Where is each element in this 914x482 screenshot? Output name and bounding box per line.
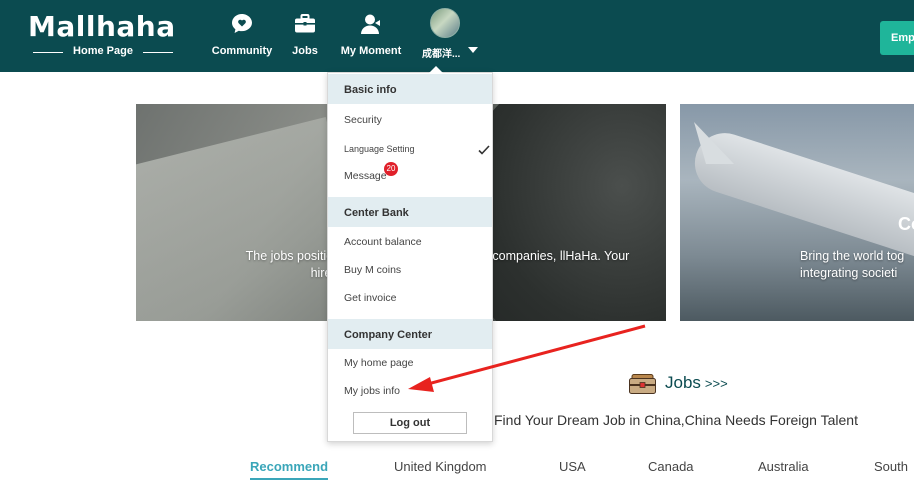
user-dropdown-menu: Basic info Security Language Setting Mes… (327, 66, 493, 442)
menu-item-get-invoice[interactable]: Get invoice (344, 292, 397, 304)
jobs-more-arrows: >>> (704, 376, 728, 391)
logo-subtitle: Home Page (28, 45, 178, 57)
country-tabs: Recommend United Kingdom USA Canada Aust… (0, 456, 914, 482)
nav-jobs-label: Jobs (292, 45, 318, 57)
briefcase-icon (629, 374, 656, 394)
menu-item-buy-m-coins[interactable]: Buy M coins (344, 264, 401, 276)
nav-community[interactable]: Community (208, 12, 276, 60)
banner-text: Bring the world tog integrating societi (800, 249, 905, 280)
employer-button[interactable]: Emp (880, 21, 914, 55)
menu-item-security[interactable]: Security (344, 114, 382, 126)
banner-title: Co (898, 214, 914, 234)
airplane-wing-image (687, 125, 914, 263)
nav-my-moment-label: My Moment (340, 45, 402, 57)
tab-recommend[interactable]: Recommend (250, 459, 329, 480)
tab-canada[interactable]: Canada (648, 459, 694, 474)
briefcase-icon (295, 14, 315, 33)
tab-south[interactable]: South (874, 459, 908, 474)
message-count-badge: 20 (384, 162, 398, 176)
user-icon (361, 14, 380, 34)
businessman-image (466, 104, 666, 321)
chevron-down-icon (468, 47, 478, 53)
nav-community-label: Community (211, 45, 273, 57)
user-menu-toggle[interactable]: 成都洋... (422, 8, 482, 60)
menu-item-language-setting[interactable]: Language Setting (344, 144, 415, 154)
section-center-bank: Center Bank (328, 197, 492, 227)
logo[interactable]: Mallhaha Home Page (28, 10, 180, 60)
section-company-center: Company Center (328, 319, 492, 349)
menu-item-account-balance[interactable]: Account balance (344, 236, 422, 248)
tab-usa[interactable]: USA (559, 459, 586, 474)
jobs-title-text: Jobs (665, 373, 701, 392)
top-header: Mallhaha Home Page Community Jobs My Mom… (0, 0, 914, 72)
nav-jobs[interactable]: Jobs (288, 12, 322, 60)
avatar[interactable] (430, 8, 460, 38)
logo-text: Mallhaha (28, 10, 176, 43)
menu-item-my-home-page[interactable]: My home page (344, 357, 413, 369)
menu-item-my-jobs-info[interactable]: My jobs info (344, 385, 400, 397)
banner-community[interactable]: Co Bring the world tog integrating socie… (680, 104, 914, 321)
tab-australia[interactable]: Australia (758, 459, 809, 474)
tab-united-kingdom[interactable]: United Kingdom (394, 459, 487, 474)
logout-button[interactable]: Log out (353, 412, 467, 434)
nav-my-moment[interactable]: My Moment (336, 12, 406, 60)
chat-heart-icon (232, 14, 252, 33)
banner-text-right: d companies, llHaHa. Your (482, 249, 630, 263)
section-basic-info: Basic info (328, 74, 492, 104)
jobs-subtitle: Find Your Dream Job in China,China Needs… (494, 412, 858, 428)
jobs-title[interactable]: Jobs >>> (665, 373, 728, 393)
menu-item-message[interactable]: Message (344, 170, 387, 182)
checkmark-icon (478, 145, 490, 155)
